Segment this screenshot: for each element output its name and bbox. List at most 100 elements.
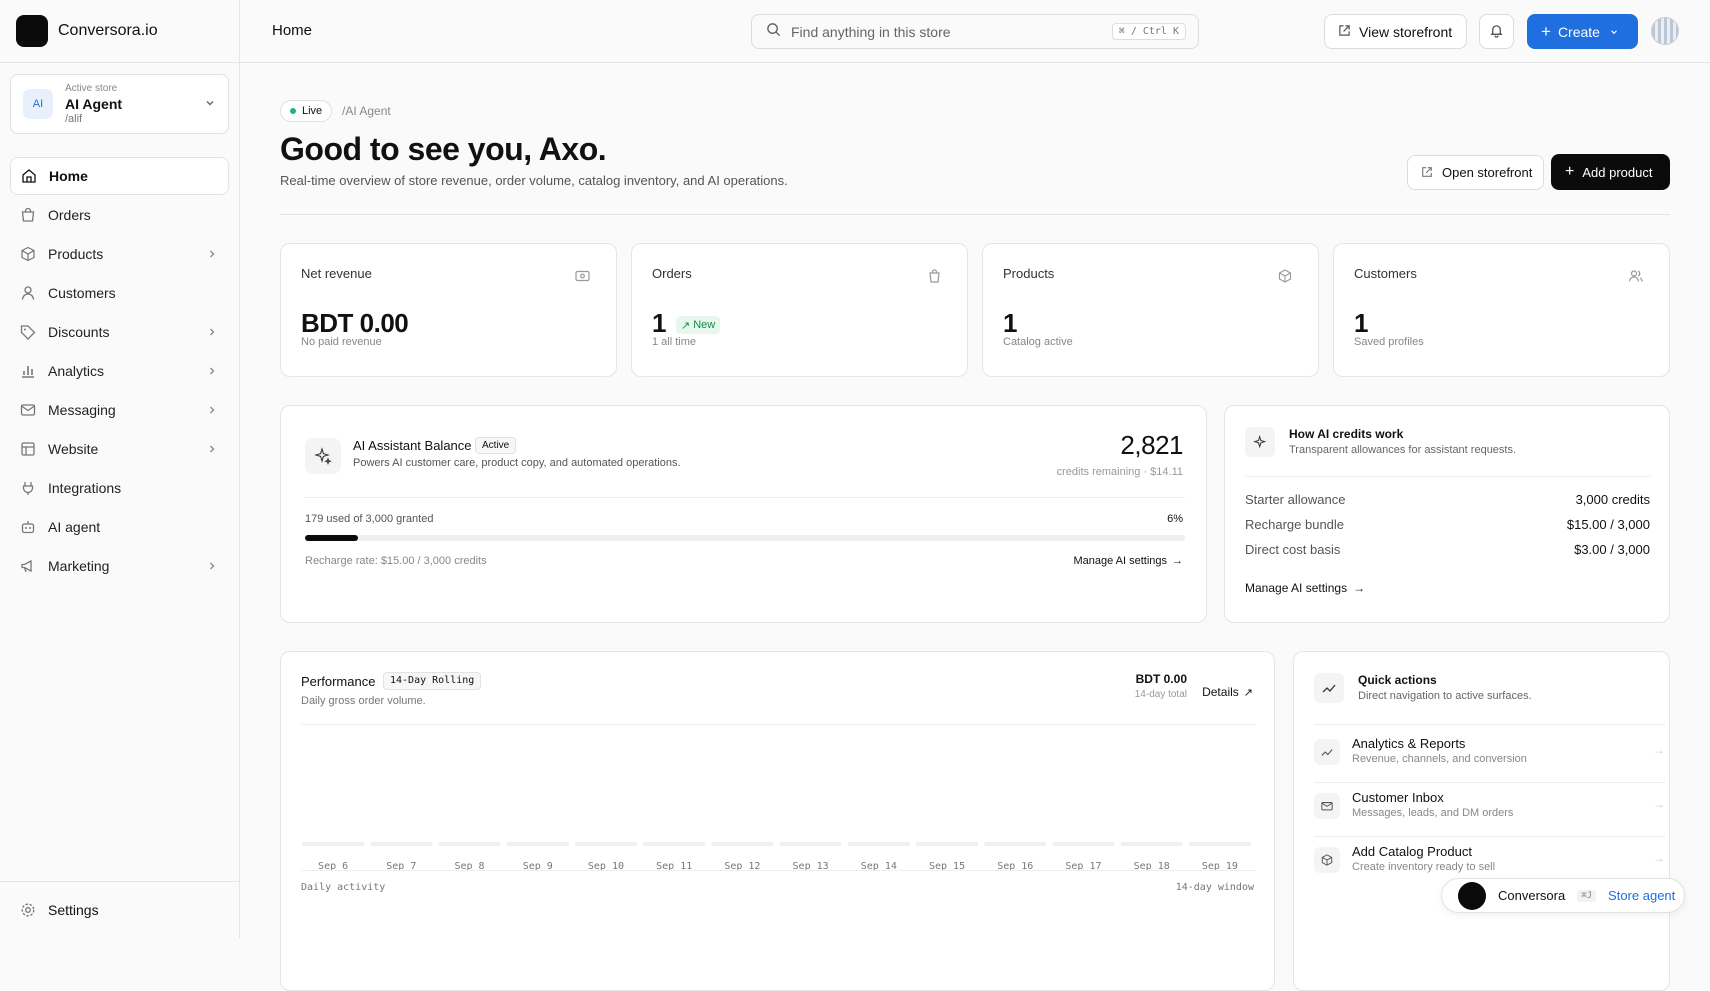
chart-bar <box>779 842 842 846</box>
sidebar-item-products[interactable]: Products <box>10 235 229 273</box>
status-label: Live <box>302 105 323 117</box>
create-button[interactable]: + Create <box>1527 14 1638 49</box>
details-link[interactable]: Details ↗ <box>1202 685 1253 699</box>
megaphone-icon <box>20 558 36 574</box>
mail-icon <box>20 402 36 418</box>
stat-value: BDT 0.00 <box>301 308 409 338</box>
manage-ai-settings-link[interactable]: Manage AI settings → <box>1245 581 1365 595</box>
credits-info-subtitle: Transparent allowances for assistant req… <box>1289 444 1517 456</box>
sidebar-item-marketing[interactable]: Marketing <box>10 547 229 585</box>
chart-bar <box>847 842 910 846</box>
sidebar-item-integrations[interactable]: Integrations <box>10 469 229 507</box>
open-storefront-button[interactable]: Open storefront <box>1407 155 1544 190</box>
quick-action-analytics[interactable]: Analytics & Reports Revenue, channels, a… <box>1314 733 1665 783</box>
divider <box>301 724 1256 725</box>
sidebar-item-website[interactable]: Website <box>10 430 229 468</box>
chart-bar <box>438 842 501 846</box>
gear-icon <box>20 902 36 918</box>
bar-chart-icon <box>20 363 36 379</box>
row-label: Recharge bundle <box>1245 517 1345 532</box>
credits-info-card: How AI credits work Transparent allowanc… <box>1224 405 1670 623</box>
add-product-button[interactable]: + Add product <box>1551 154 1670 190</box>
home-icon <box>21 168 37 184</box>
search-input[interactable]: Find anything in this store ⌘ / Ctrl K <box>751 14 1199 49</box>
page-subtitle: Real-time overview of store revenue, ord… <box>280 173 788 188</box>
chart-icon <box>1314 739 1340 765</box>
breadcrumb: Home <box>272 22 313 39</box>
stat-value: 1 <box>1354 308 1368 338</box>
sidebar-item-label: Integrations <box>48 480 122 496</box>
website-icon <box>20 441 36 457</box>
performance-chart: Sep 6 Sep 7 Sep 8 Sep 9 Sep 10 Sep 11 Sep 12 Se… <box>302 842 1251 872</box>
box-icon <box>20 246 36 262</box>
chevron-right-icon <box>207 559 217 574</box>
stat-card-net-revenue[interactable]: Net revenue BDT 0.00 No paid revenue <box>280 243 617 377</box>
quick-action-title: Analytics & Reports <box>1352 736 1466 751</box>
sidebar-item-customers[interactable]: Customers <box>10 274 229 312</box>
brand-name: Conversora.io <box>58 22 158 39</box>
quick-action-sub: Revenue, channels, and conversion <box>1352 753 1527 765</box>
stat-card-customers[interactable]: Customers 1 Saved profiles <box>1333 243 1670 377</box>
store-switcher[interactable]: AI Active store AI Agent /alif <box>10 74 229 134</box>
performance-tag: 14-Day Rolling <box>383 672 482 690</box>
sidebar-item-label: Settings <box>48 902 99 918</box>
divider <box>301 870 1256 871</box>
sidebar-item-messaging[interactable]: Messaging <box>10 391 229 429</box>
bag-icon <box>928 269 941 288</box>
divider <box>1245 476 1650 477</box>
performance-card: Performance 14-Day Rolling Daily gross o… <box>280 651 1275 991</box>
stat-card-orders[interactable]: Orders 1 ↗ New 1 all time <box>631 243 968 377</box>
sidebar-item-ai-agent[interactable]: AI agent <box>10 508 229 546</box>
sidebar: Conversora.io AI Active store AI Agent /… <box>0 0 240 938</box>
recharge-rate: Recharge rate: $15.00 / 3,000 credits <box>305 555 487 567</box>
box-icon <box>1314 847 1340 873</box>
performance-title: Performance <box>301 674 376 689</box>
brand[interactable]: Conversora.io <box>0 0 239 63</box>
stat-value: 1 <box>652 308 666 338</box>
sidebar-item-label: AI agent <box>48 519 101 535</box>
sidebar-item-label: Analytics <box>48 363 105 379</box>
stat-label: Orders <box>652 266 692 281</box>
quick-action-title: Customer Inbox <box>1352 790 1444 805</box>
store-agent-launcher[interactable]: Conversora ⌘J Store agent <box>1441 878 1685 913</box>
manage-ai-settings-link[interactable]: Manage AI settings → <box>1073 555 1183 567</box>
live-dot <box>290 108 296 114</box>
box-icon <box>1278 269 1292 288</box>
sparkle-icon <box>1245 427 1275 457</box>
store-path: /AI Agent <box>342 104 391 118</box>
notifications-button[interactable] <box>1479 14 1514 49</box>
tag-icon <box>20 324 36 340</box>
credits-used-text: 179 used of 3,000 granted <box>305 513 434 525</box>
arrow-right-icon: → <box>1653 743 1665 757</box>
chart-bar <box>1120 842 1183 846</box>
sidebar-item-orders[interactable]: Orders <box>10 196 229 234</box>
quick-action-inbox[interactable]: Customer Inbox Messages, leads, and DM o… <box>1314 787 1665 837</box>
sidebar-item-label: Orders <box>48 207 91 223</box>
sidebar-item-analytics[interactable]: Analytics <box>10 352 229 390</box>
sidebar-item-discounts[interactable]: Discounts <box>10 313 229 351</box>
chevron-right-icon <box>207 247 217 262</box>
arrow-right-icon: → <box>1353 581 1366 595</box>
performance-total: BDT 0.00 <box>1135 672 1187 686</box>
credits-progress-track <box>305 535 1185 541</box>
bell-icon <box>1489 23 1504 41</box>
plug-icon <box>20 480 36 496</box>
create-label: Create <box>1557 23 1600 40</box>
quick-actions-subtitle: Direct navigation to active surfaces. <box>1358 690 1532 702</box>
stat-card-products[interactable]: Products 1 Catalog active <box>982 243 1319 377</box>
search-placeholder: Find anything in this store <box>791 23 951 40</box>
chevron-right-icon <box>207 403 217 418</box>
sidebar-item-settings[interactable]: Settings <box>0 881 240 938</box>
avatar[interactable] <box>1651 17 1679 45</box>
view-storefront-button[interactable]: View storefront <box>1324 14 1467 49</box>
chart-bar <box>302 842 365 846</box>
sidebar-item-home[interactable]: Home <box>10 157 229 195</box>
store-caption: Active store <box>65 82 118 94</box>
store-slug: /alif <box>65 112 83 125</box>
credits-value: 2,821 <box>1120 430 1183 460</box>
sidebar-item-label: Home <box>49 168 88 184</box>
credits-percent: 6% <box>1167 513 1183 525</box>
credits-row: Starter allowance 3,000 credits <box>1245 492 1650 507</box>
credits-info-rows: Starter allowance 3,000 credits Recharge … <box>1245 492 1650 557</box>
user-icon <box>20 285 36 301</box>
